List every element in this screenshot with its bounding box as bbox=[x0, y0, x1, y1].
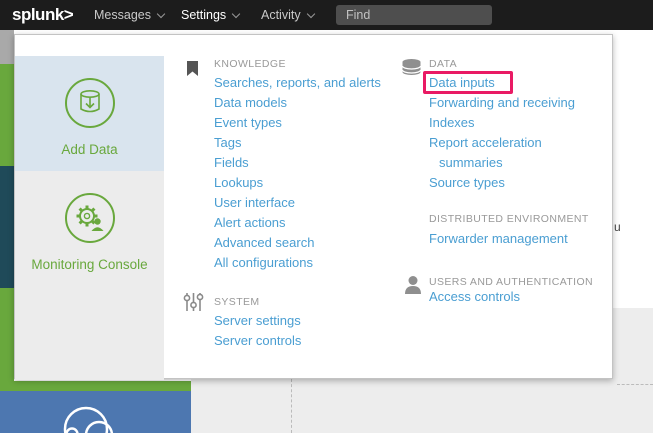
dashed-divider bbox=[617, 384, 653, 385]
section-title-distributed-environment: DISTRIBUTED ENVIRONMENT bbox=[429, 209, 589, 229]
bookmark-icon bbox=[187, 61, 198, 76]
menu-link-user-interface[interactable]: User interface bbox=[214, 193, 404, 213]
nav-activity[interactable]: Activity bbox=[261, 0, 314, 30]
add-data-label: Add Data bbox=[61, 142, 117, 157]
menu-link-alert-actions[interactable]: Alert actions bbox=[214, 213, 404, 233]
menu-link-forwarder-management[interactable]: Forwarder management bbox=[429, 229, 604, 249]
menu-link-data-inputs[interactable]: Data inputs bbox=[429, 73, 604, 93]
menu-link-fields[interactable]: Fields bbox=[214, 153, 404, 173]
menu-link-access-controls[interactable]: Access controls bbox=[429, 287, 604, 307]
user-icon bbox=[404, 275, 422, 295]
chevron-down-icon bbox=[232, 10, 240, 18]
menu-link-searches-reports-and-alerts[interactable]: Searches, reports, and alerts bbox=[214, 73, 404, 93]
nav-messages-label: Messages bbox=[94, 8, 151, 22]
monitoring-console-label: Monitoring Console bbox=[31, 257, 147, 272]
settings-dropdown-menu: Add Data Monitoring bbox=[14, 34, 613, 379]
nav-activity-label: Activity bbox=[261, 8, 301, 22]
section-title-knowledge: KNOWLEDGE bbox=[214, 54, 286, 74]
menu-link-data-models[interactable]: Data models bbox=[214, 93, 404, 113]
menu-link-server-controls[interactable]: Server controls bbox=[214, 331, 404, 351]
knowledge-links: Searches, reports, and alerts Data model… bbox=[214, 73, 404, 273]
nav-settings-label: Settings bbox=[181, 8, 226, 22]
background-tile-blue bbox=[0, 391, 191, 433]
add-data-tile[interactable]: Add Data bbox=[15, 56, 164, 171]
obscured-text-fragment: u bbox=[614, 220, 621, 234]
chevron-down-icon bbox=[306, 10, 314, 18]
nav-messages[interactable]: Messages bbox=[94, 0, 164, 30]
dashed-divider bbox=[291, 379, 292, 433]
menu-link-source-types[interactable]: Source types bbox=[429, 173, 604, 193]
splunk-top-bar: splunk> Messages Settings Activity bbox=[0, 0, 653, 30]
menu-link-indexes[interactable]: Indexes bbox=[429, 113, 604, 133]
nav-settings[interactable]: Settings bbox=[181, 0, 239, 30]
background-tile-edge-teal bbox=[0, 166, 14, 288]
menu-link-lookups[interactable]: Lookups bbox=[214, 173, 404, 193]
background-tile-icon bbox=[0, 391, 191, 433]
splunk-logo: splunk> bbox=[12, 0, 73, 30]
background-tile-edge-green bbox=[0, 64, 14, 166]
background-panel-gray bbox=[613, 308, 653, 433]
distributed-links: Forwarder management bbox=[429, 229, 604, 249]
monitoring-console-tile[interactable]: Monitoring Console bbox=[15, 171, 164, 380]
monitoring-console-icon bbox=[64, 192, 116, 244]
database-icon bbox=[401, 58, 422, 76]
background-panel-gray bbox=[191, 379, 613, 433]
menu-link-all-configurations[interactable]: All configurations bbox=[214, 253, 404, 273]
section-title-data: DATA bbox=[429, 54, 457, 74]
add-data-icon bbox=[64, 77, 116, 129]
menu-link-server-settings[interactable]: Server settings bbox=[214, 311, 404, 331]
menu-link-forwarding-and-receiving[interactable]: Forwarding and receiving bbox=[429, 93, 604, 113]
menu-link-tags[interactable]: Tags bbox=[214, 133, 404, 153]
users-links: Access controls bbox=[429, 287, 604, 307]
menu-link-report-acceleration-summaries[interactable]: Report acceleration summaries bbox=[429, 133, 571, 173]
menu-link-event-types[interactable]: Event types bbox=[214, 113, 404, 133]
sliders-icon bbox=[183, 292, 204, 312]
find-search-input[interactable] bbox=[336, 5, 492, 25]
background-tile-edge-green bbox=[0, 381, 191, 391]
system-links: Server settings Server controls bbox=[214, 311, 404, 351]
section-title-system: SYSTEM bbox=[214, 292, 260, 312]
data-links: Data inputs Forwarding and receiving Ind… bbox=[429, 73, 604, 193]
menu-link-advanced-search[interactable]: Advanced search bbox=[214, 233, 404, 253]
chevron-down-icon bbox=[157, 10, 165, 18]
background-edge-gray bbox=[0, 30, 14, 64]
background-tile-edge-green bbox=[0, 288, 14, 381]
